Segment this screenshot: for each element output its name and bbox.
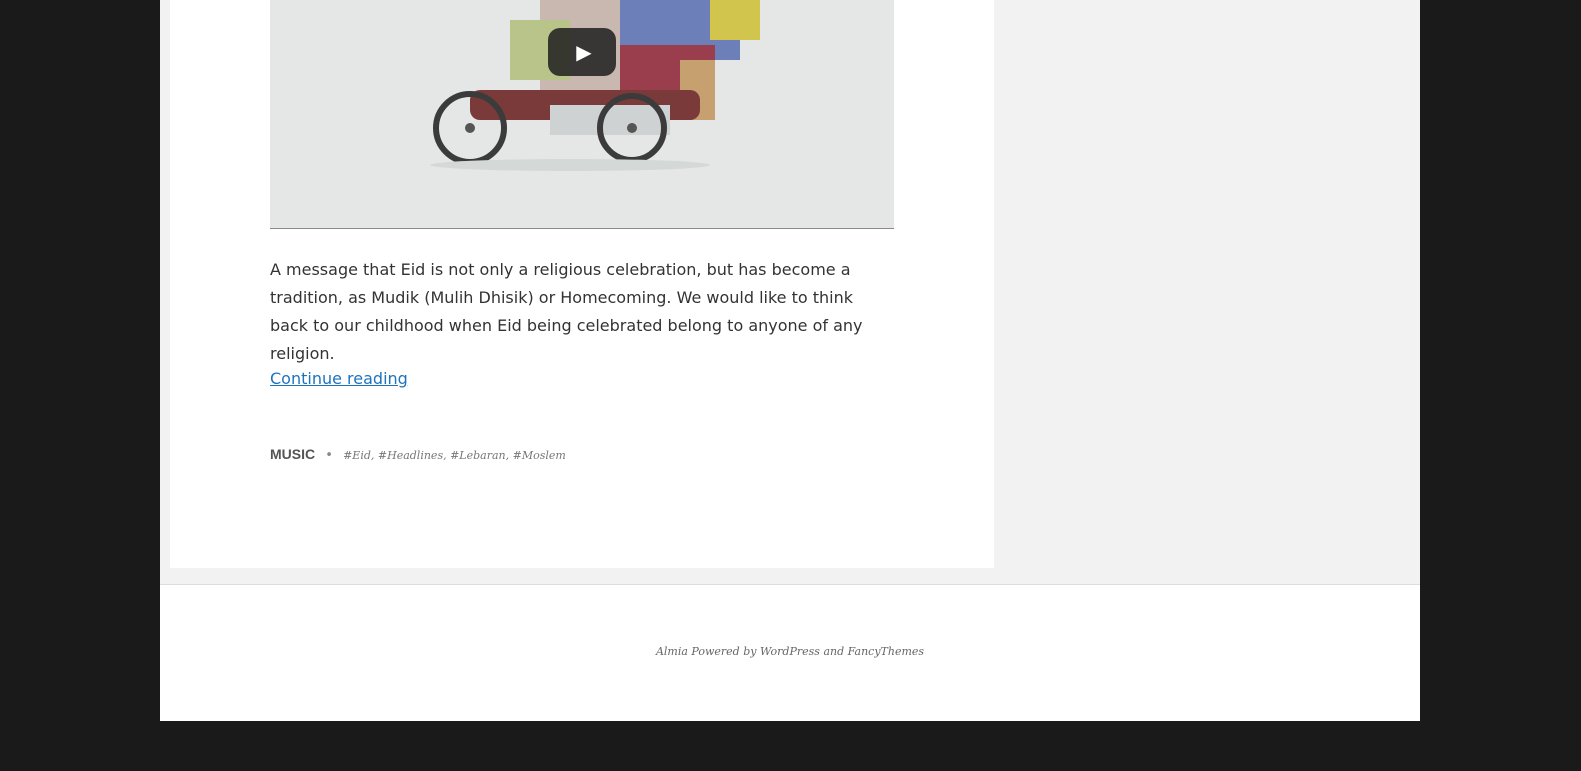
site-name-link[interactable]: Almia [656, 645, 688, 658]
continue-reading-link[interactable]: Continue reading [270, 369, 408, 388]
tag-comma: , [505, 449, 513, 462]
play-icon: ▶ [576, 40, 592, 64]
tag-comma: , [370, 449, 378, 462]
post-excerpt: A message that Eid is not only a religio… [270, 260, 863, 363]
powered-by-text: Powered by [691, 645, 757, 658]
page-wrapper: ▶ A message that Eid is not only a relig… [160, 0, 1420, 721]
tag-link-lebaran[interactable]: #Lebaran [450, 449, 506, 462]
and-text: and [823, 645, 845, 658]
tag-link-headlines[interactable]: #Headlines [378, 449, 443, 462]
category-link[interactable]: MUSIC [270, 446, 315, 462]
theme-link[interactable]: FancyThemes [848, 645, 924, 658]
meta-separator: • [325, 448, 333, 463]
play-button[interactable]: ▶ [548, 28, 616, 76]
site-footer: Almia Powered by WordPress and FancyThem… [160, 584, 1420, 721]
video-embed[interactable]: ▶ [270, 0, 894, 229]
tag-link-eid[interactable]: #Eid [343, 449, 371, 462]
tag-link-moslem[interactable]: #Moslem [513, 449, 566, 462]
post-article: ▶ A message that Eid is not only a relig… [170, 0, 994, 568]
wordpress-link[interactable]: WordPress [760, 645, 820, 658]
footer-credits: Almia Powered by WordPress and FancyThem… [160, 645, 1420, 658]
post-meta: MUSIC • #Eid, #Headlines, #Lebaran, #Mos… [270, 446, 566, 463]
